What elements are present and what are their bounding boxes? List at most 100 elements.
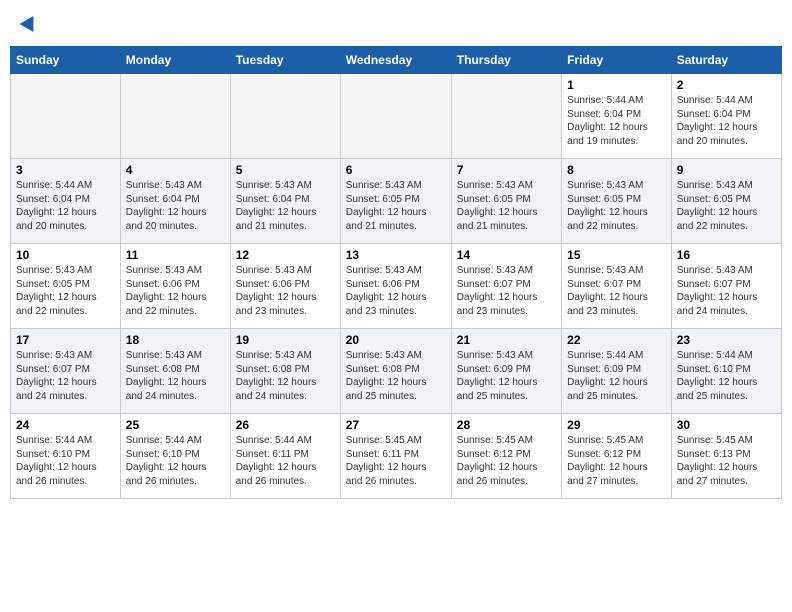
day-info: Sunrise: 5:43 AMSunset: 6:06 PMDaylight:… <box>236 264 335 318</box>
calendar-cell: 24 Sunrise: 5:44 AMSunset: 6:10 PMDayligh… <box>11 414 121 499</box>
day-info: Sunrise: 5:43 AMSunset: 6:07 PMDaylight:… <box>567 264 666 318</box>
calendar-cell: 23 Sunrise: 5:44 AMSunset: 6:10 PMDayligh… <box>671 329 781 414</box>
day-info: Sunrise: 5:43 AMSunset: 6:05 PMDaylight:… <box>677 179 776 233</box>
calendar-header-thursday: Thursday <box>451 47 561 74</box>
day-number: 23 <box>677 333 776 347</box>
day-number: 21 <box>457 333 556 347</box>
day-info: Sunrise: 5:44 AMSunset: 6:09 PMDaylight:… <box>567 349 666 403</box>
calendar-cell: 3 Sunrise: 5:44 AMSunset: 6:04 PMDaylight… <box>11 159 121 244</box>
page-header <box>10 10 782 36</box>
day-number: 20 <box>346 333 446 347</box>
day-info: Sunrise: 5:43 AMSunset: 6:09 PMDaylight:… <box>457 349 556 403</box>
day-info: Sunrise: 5:45 AMSunset: 6:12 PMDaylight:… <box>567 434 666 488</box>
calendar-cell <box>11 74 121 159</box>
calendar-cell: 29 Sunrise: 5:45 AMSunset: 6:12 PMDayligh… <box>562 414 672 499</box>
calendar-cell: 4 Sunrise: 5:43 AMSunset: 6:04 PMDaylight… <box>120 159 230 244</box>
calendar-cell: 19 Sunrise: 5:43 AMSunset: 6:08 PMDayligh… <box>230 329 340 414</box>
day-number: 1 <box>567 78 666 92</box>
day-number: 3 <box>16 163 115 177</box>
calendar-cell <box>451 74 561 159</box>
calendar-week-row: 24 Sunrise: 5:44 AMSunset: 6:10 PMDayligh… <box>11 414 782 499</box>
calendar-cell: 7 Sunrise: 5:43 AMSunset: 6:05 PMDaylight… <box>451 159 561 244</box>
day-number: 26 <box>236 418 335 432</box>
day-info: Sunrise: 5:43 AMSunset: 6:05 PMDaylight:… <box>16 264 115 318</box>
day-info: Sunrise: 5:45 AMSunset: 6:12 PMDaylight:… <box>457 434 556 488</box>
day-number: 10 <box>16 248 115 262</box>
day-number: 11 <box>126 248 225 262</box>
calendar-cell: 17Sunrise: 5:43 AMSunset: 6:07 PMDayligh… <box>11 329 121 414</box>
day-number: 24 <box>16 418 115 432</box>
day-info: Sunrise: 5:43 AMSunset: 6:05 PMDaylight:… <box>457 179 556 233</box>
day-info: Sunrise: 5:45 AMSunset: 6:13 PMDaylight:… <box>677 434 776 488</box>
day-number: 29 <box>567 418 666 432</box>
day-info: Sunrise: 5:43 AMSunset: 6:06 PMDaylight:… <box>346 264 446 318</box>
calendar-cell: 16 Sunrise: 5:43 AMSunset: 6:07 PMDayligh… <box>671 244 781 329</box>
day-info: Sunrise: 5:45 AMSunset: 6:11 PMDaylight:… <box>346 434 446 488</box>
day-number: 4 <box>126 163 225 177</box>
calendar-cell: 26 Sunrise: 5:44 AMSunset: 6:11 PMDayligh… <box>230 414 340 499</box>
day-info: Sunrise: 5:44 AMSunset: 6:04 PMDaylight:… <box>567 94 666 148</box>
day-info: Sunrise: 5:43 AMSunset: 6:06 PMDaylight:… <box>126 264 225 318</box>
calendar-header-tuesday: Tuesday <box>230 47 340 74</box>
day-info: Sunrise: 5:43 AMSunset: 6:08 PMDaylight:… <box>236 349 335 403</box>
day-number: 16 <box>677 248 776 262</box>
day-info: Sunrise: 5:43 AMSunset: 6:05 PMDaylight:… <box>567 179 666 233</box>
day-info: Sunrise: 5:43 AMSunset: 6:04 PMDaylight:… <box>126 179 225 233</box>
calendar-cell: 11 Sunrise: 5:43 AMSunset: 6:06 PMDayligh… <box>120 244 230 329</box>
day-info: Sunrise: 5:44 AMSunset: 6:04 PMDaylight:… <box>677 94 776 148</box>
day-number: 15 <box>567 248 666 262</box>
day-number: 5 <box>236 163 335 177</box>
day-number: 9 <box>677 163 776 177</box>
calendar-cell: 15 Sunrise: 5:43 AMSunset: 6:07 PMDayligh… <box>562 244 672 329</box>
day-info: Sunrise: 5:43 AMSunset: 6:07 PMDaylight:… <box>16 349 115 403</box>
day-number: 7 <box>457 163 556 177</box>
calendar-cell <box>230 74 340 159</box>
day-number: 8 <box>567 163 666 177</box>
calendar-header-saturday: Saturday <box>671 47 781 74</box>
calendar-week-row: 10 Sunrise: 5:43 AMSunset: 6:05 PMDayligh… <box>11 244 782 329</box>
day-number: 13 <box>346 248 446 262</box>
day-info: Sunrise: 5:43 AMSunset: 6:07 PMDaylight:… <box>677 264 776 318</box>
calendar-cell: 2 Sunrise: 5:44 AMSunset: 6:04 PMDaylight… <box>671 74 781 159</box>
calendar-cell: 9 Sunrise: 5:43 AMSunset: 6:05 PMDaylight… <box>671 159 781 244</box>
calendar-cell: 22 Sunrise: 5:44 AMSunset: 6:09 PMDayligh… <box>562 329 672 414</box>
calendar-header-wednesday: Wednesday <box>340 47 451 74</box>
calendar-header-sunday: Sunday <box>11 47 121 74</box>
calendar-cell: 6 Sunrise: 5:43 AMSunset: 6:05 PMDaylight… <box>340 159 451 244</box>
calendar-cell: 13 Sunrise: 5:43 AMSunset: 6:06 PMDayligh… <box>340 244 451 329</box>
day-info: Sunrise: 5:43 AMSunset: 6:05 PMDaylight:… <box>346 179 446 233</box>
day-number: 25 <box>126 418 225 432</box>
day-info: Sunrise: 5:44 AMSunset: 6:04 PMDaylight:… <box>16 179 115 233</box>
day-number: 28 <box>457 418 556 432</box>
day-info: Sunrise: 5:44 AMSunset: 6:10 PMDaylight:… <box>126 434 225 488</box>
day-number: 19 <box>236 333 335 347</box>
calendar-table: SundayMondayTuesdayWednesdayThursdayFrid… <box>10 46 782 499</box>
calendar-week-row: 1 Sunrise: 5:44 AMSunset: 6:04 PMDaylight… <box>11 74 782 159</box>
day-number: 12 <box>236 248 335 262</box>
calendar-cell: 30 Sunrise: 5:45 AMSunset: 6:13 PMDayligh… <box>671 414 781 499</box>
logo-triangle-icon <box>20 12 41 32</box>
day-number: 14 <box>457 248 556 262</box>
day-info: Sunrise: 5:44 AMSunset: 6:10 PMDaylight:… <box>16 434 115 488</box>
calendar-cell <box>340 74 451 159</box>
calendar-cell: 1 Sunrise: 5:44 AMSunset: 6:04 PMDaylight… <box>562 74 672 159</box>
calendar-week-row: 3 Sunrise: 5:44 AMSunset: 6:04 PMDaylight… <box>11 159 782 244</box>
day-number: 30 <box>677 418 776 432</box>
calendar-cell <box>120 74 230 159</box>
calendar-cell: 25 Sunrise: 5:44 AMSunset: 6:10 PMDayligh… <box>120 414 230 499</box>
calendar-cell: 14 Sunrise: 5:43 AMSunset: 6:07 PMDayligh… <box>451 244 561 329</box>
day-number: 22 <box>567 333 666 347</box>
day-info: Sunrise: 5:43 AMSunset: 6:07 PMDaylight:… <box>457 264 556 318</box>
day-number: 6 <box>346 163 446 177</box>
logo <box>20 15 38 31</box>
calendar-cell: 20Sunrise: 5:43 AMSunset: 6:08 PMDayligh… <box>340 329 451 414</box>
calendar-cell: 28 Sunrise: 5:45 AMSunset: 6:12 PMDayligh… <box>451 414 561 499</box>
calendar-cell: 12 Sunrise: 5:43 AMSunset: 6:06 PMDayligh… <box>230 244 340 329</box>
calendar-cell: 10 Sunrise: 5:43 AMSunset: 6:05 PMDayligh… <box>11 244 121 329</box>
day-number: 27 <box>346 418 446 432</box>
calendar-cell: 8 Sunrise: 5:43 AMSunset: 6:05 PMDaylight… <box>562 159 672 244</box>
day-info: Sunrise: 5:44 AMSunset: 6:10 PMDaylight:… <box>677 349 776 403</box>
calendar-header-monday: Monday <box>120 47 230 74</box>
day-number: 2 <box>677 78 776 92</box>
day-info: Sunrise: 5:44 AMSunset: 6:11 PMDaylight:… <box>236 434 335 488</box>
